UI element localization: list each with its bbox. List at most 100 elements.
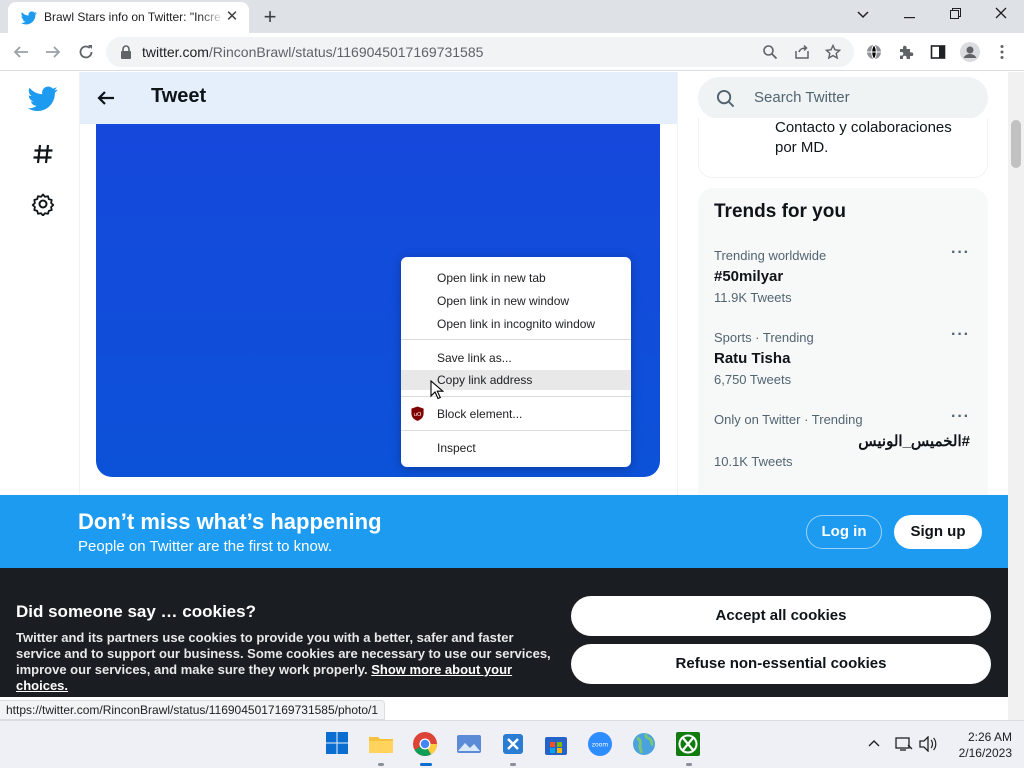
menu-item-open-new-window[interactable]: Open link in new window: [437, 291, 569, 311]
menu-item-block-element[interactable]: Block element...: [437, 404, 522, 424]
cookie-text: Twitter and its partners use cookies to …: [16, 630, 561, 694]
menu-item-save-link[interactable]: Save link as...: [437, 348, 512, 368]
minimize-button[interactable]: [886, 0, 932, 30]
clock-time: 2:26 AM: [967, 730, 1012, 744]
back-arrow-icon[interactable]: [94, 86, 118, 110]
trend-meta: Trending worldwide: [714, 248, 827, 263]
volume-icon[interactable]: [919, 736, 937, 752]
signup-button[interactable]: Sign up: [894, 515, 982, 549]
address-bar[interactable]: twitter.com/RinconBrawl/status/116904501…: [106, 37, 854, 67]
profile-button[interactable]: [958, 40, 982, 64]
globe-map-icon: [633, 733, 655, 755]
chevron-up-icon[interactable]: [868, 739, 880, 747]
more-options-icon[interactable]: ···: [951, 244, 970, 262]
share-icon[interactable]: [794, 44, 810, 60]
profile-card: Contacto y colaboraciones por MD.: [698, 118, 988, 178]
chrome-button[interactable]: [412, 731, 438, 757]
globe-icon: [867, 44, 881, 60]
xbox-button[interactable]: [675, 731, 701, 757]
banner-subtext: People on Twitter are the first to know.: [78, 538, 333, 555]
menu-item-open-new-tab[interactable]: Open link in new tab: [437, 268, 546, 288]
extensions-button[interactable]: [894, 40, 918, 64]
accept-cookies-button[interactable]: Accept all cookies: [571, 596, 991, 636]
xbox-icon: [676, 732, 700, 756]
reload-button[interactable]: [74, 40, 98, 64]
taskbar-clock[interactable]: 2:26 AM 2/16/2023: [946, 729, 1012, 761]
new-tab-button[interactable]: +: [257, 4, 283, 30]
menu-separator: [401, 339, 631, 340]
extension-globe-button[interactable]: [862, 40, 886, 64]
search-placeholder: Search Twitter: [754, 89, 850, 106]
browser-menu-button[interactable]: [990, 40, 1014, 64]
refuse-cookies-button[interactable]: Refuse non-essential cookies: [571, 644, 991, 684]
lock-icon[interactable]: [118, 44, 134, 60]
twitter-logo-icon: [28, 86, 58, 111]
profile-bio: Contacto y colaboraciones por MD.: [775, 119, 952, 156]
banner-heading: Don’t miss what’s happening: [78, 509, 382, 534]
page-scrollbar[interactable]: [1008, 72, 1024, 720]
login-banner: Don’t miss what’s happening People on Tw…: [0, 495, 1008, 568]
trend-item[interactable]: Trending worldwide #50milyar 11.9K Tweet…: [698, 244, 988, 330]
app-button-blue[interactable]: [500, 731, 526, 757]
url-text[interactable]: twitter.com/RinconBrawl/status/116904501…: [142, 44, 483, 60]
trend-count: 10.1K Tweets: [714, 454, 793, 469]
tab-search-button[interactable]: [840, 0, 886, 30]
menu-item-inspect[interactable]: Inspect: [437, 438, 476, 458]
close-icon: [995, 7, 1007, 19]
hashtag-icon: [33, 144, 53, 164]
profile-avatar-icon: [960, 42, 980, 62]
running-indicator: [686, 763, 692, 766]
running-indicator: [378, 763, 384, 766]
close-window-button[interactable]: [978, 0, 1024, 30]
folder-icon: [369, 737, 393, 753]
snip-tool-icon: [503, 734, 523, 754]
close-tab-icon[interactable]: ✕: [223, 8, 241, 26]
maps-button[interactable]: [631, 731, 657, 757]
file-explorer-button[interactable]: [368, 731, 394, 757]
cookie-consent-bar: Did someone say … cookies? Twitter and i…: [0, 568, 1008, 697]
trend-name: #الخميس_الونيس: [858, 433, 970, 450]
more-options-icon[interactable]: ···: [951, 408, 970, 426]
trend-meta: Only on Twitter · Trending: [714, 412, 863, 427]
restore-button[interactable]: [932, 0, 978, 30]
photos-button[interactable]: [456, 731, 482, 757]
zoom-button[interactable]: zoom: [587, 731, 613, 757]
network-icon[interactable]: [895, 736, 913, 752]
trend-count: 6,750 Tweets: [714, 372, 792, 387]
scrollbar-thumb[interactable]: [1011, 120, 1021, 168]
browser-tab[interactable]: Brawl Stars info on Twitter: "Incre ✕: [8, 2, 249, 33]
mouse-cursor-icon: [430, 380, 444, 400]
cookie-heading: Did someone say … cookies?: [16, 602, 256, 621]
menu-item-open-incognito[interactable]: Open link in incognito window: [437, 314, 595, 334]
back-button[interactable]: [9, 40, 33, 64]
more-options-icon[interactable]: ···: [951, 326, 970, 344]
settings-button[interactable]: [26, 187, 60, 221]
trend-item[interactable]: Sports · Trending Ratu Tisha 6,750 Tweet…: [698, 326, 988, 412]
search-box[interactable]: Search Twitter: [698, 77, 988, 119]
star-icon[interactable]: [825, 44, 841, 60]
store-button[interactable]: [543, 731, 569, 757]
windows-taskbar: zoom 2:26 AM 2/16/2023: [0, 720, 1024, 768]
side-panel-button[interactable]: [926, 40, 950, 64]
active-indicator: [420, 763, 432, 766]
ublock-origin-icon: uO: [411, 406, 424, 421]
context-menu: Open link in new tab Open link in new wi…: [401, 257, 631, 467]
side-panel-icon: [930, 45, 946, 59]
trend-item[interactable]: Only on Twitter · Trending #الخميس_الوني…: [698, 408, 988, 494]
kebab-menu-icon: [1000, 45, 1004, 59]
trends-heading: Trends for you: [714, 201, 846, 222]
explore-button[interactable]: [26, 137, 60, 171]
twitter-bird-icon: [21, 11, 37, 25]
zoom-icon: zoom: [588, 732, 612, 756]
store-bag-icon: [545, 737, 567, 755]
arrow-left-icon: [13, 46, 28, 58]
windows-logo-icon: [326, 732, 348, 754]
start-button[interactable]: [325, 731, 351, 757]
zoom-search-icon[interactable]: [762, 44, 778, 60]
trend-count: 11.9K Tweets: [714, 290, 792, 305]
twitter-home-logo[interactable]: [26, 82, 60, 116]
tab-title: Brawl Stars info on Twitter: "Incre: [44, 10, 224, 24]
login-button[interactable]: Log in: [806, 515, 882, 549]
svg-text:zoom: zoom: [592, 742, 608, 749]
forward-button[interactable]: [41, 40, 65, 64]
